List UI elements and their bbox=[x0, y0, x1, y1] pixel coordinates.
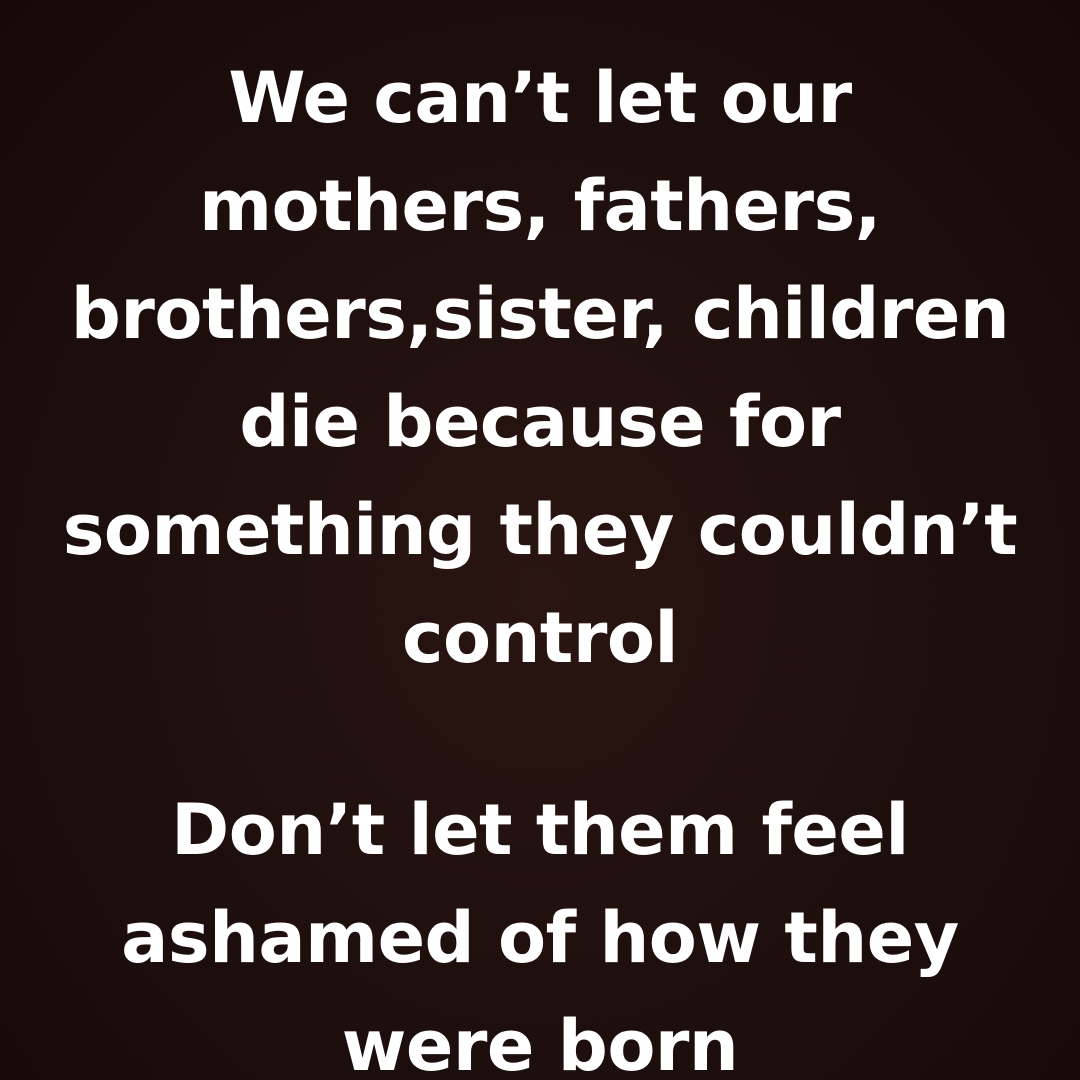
message-line: mothers, fathers, bbox=[199, 165, 881, 247]
message-line: something they couldn’t bbox=[62, 489, 1018, 571]
message-paragraph-1: We can’t let our mothers, fathers, broth… bbox=[0, 44, 1080, 692]
message-paragraph-2: Don’t let them feel ashamed of how they … bbox=[0, 776, 1080, 1080]
message-line: ashamed of how they bbox=[121, 897, 959, 979]
message-line: Don’t let them feel bbox=[171, 789, 909, 871]
message-line: We can’t let our bbox=[228, 57, 852, 139]
message-line: were born bbox=[341, 1005, 739, 1080]
message-line: die because for bbox=[239, 381, 841, 463]
message-line: brothers,sister, children bbox=[70, 273, 1010, 355]
message-line: control bbox=[402, 597, 679, 679]
story-canvas: We can’t let our mothers, fathers, broth… bbox=[0, 0, 1080, 1080]
